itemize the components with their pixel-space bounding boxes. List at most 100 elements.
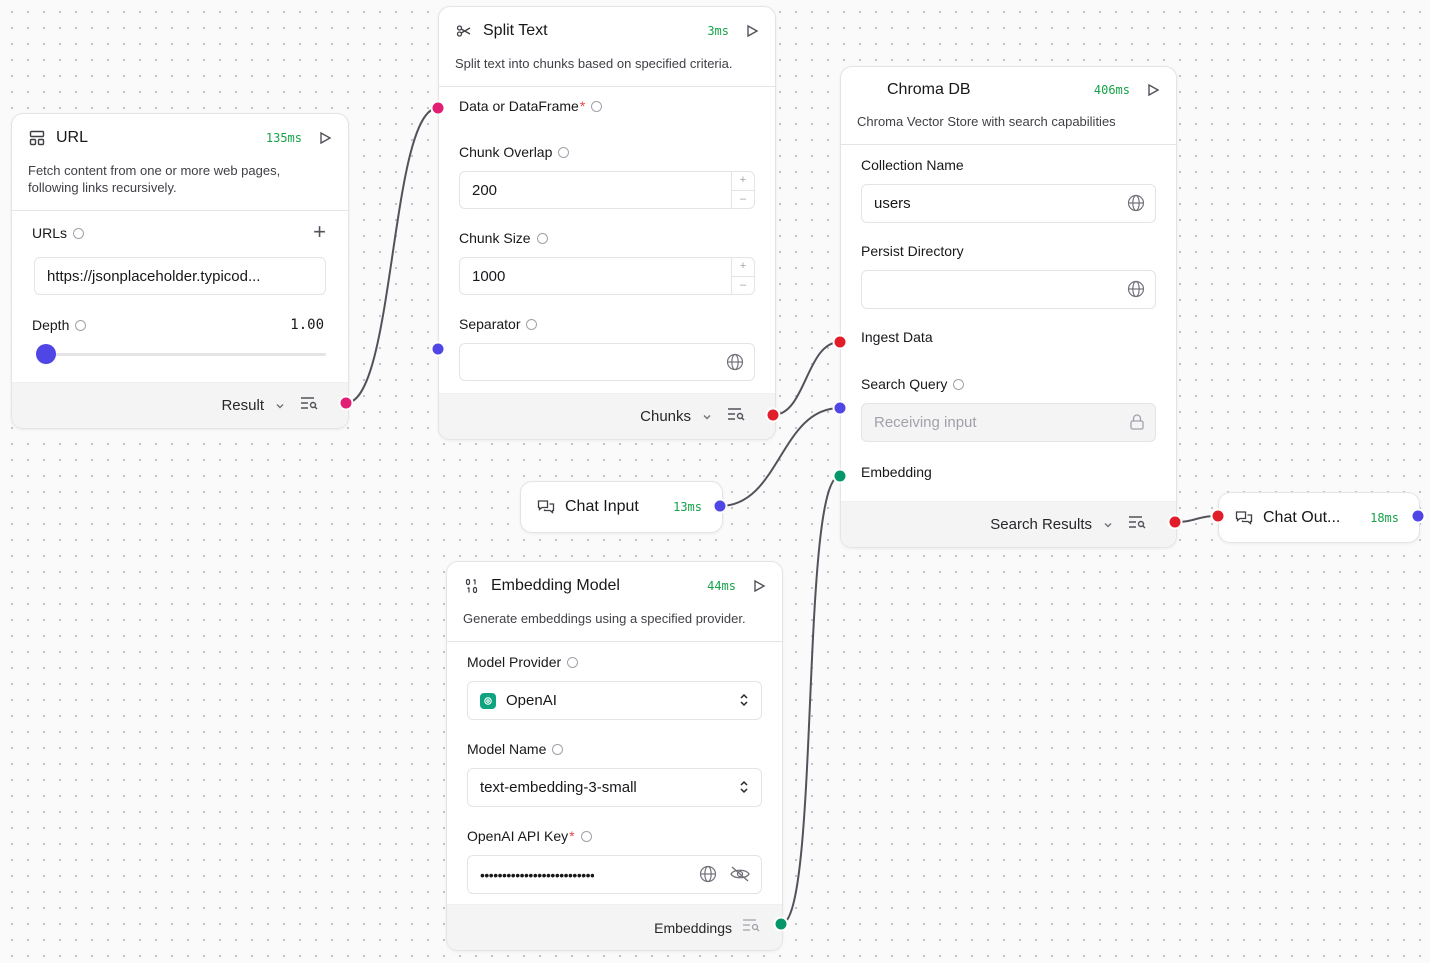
chroma-embedding-input-handle[interactable] <box>832 468 848 484</box>
collection-name-field: Collection Name users <box>841 155 1176 223</box>
chevron-down-icon[interactable] <box>274 400 286 412</box>
split-data-input-handle[interactable] <box>430 100 446 116</box>
chroma-node-description: Chroma Vector Store with search capabili… <box>841 113 1176 145</box>
separator-input[interactable] <box>459 343 755 381</box>
inspect-output-icon[interactable] <box>742 918 760 937</box>
separator-field: Separator <box>439 314 775 381</box>
eye-off-icon[interactable] <box>729 865 751 887</box>
play-icon[interactable] <box>318 131 332 145</box>
chroma-query-input-handle[interactable] <box>832 400 848 416</box>
persist-directory-field: Persist Directory <box>841 241 1176 309</box>
increment-icon[interactable]: + <box>732 172 754 191</box>
embedding-node-footer: Embeddings <box>447 904 782 950</box>
chat-output-input-handle[interactable] <box>1210 508 1226 524</box>
info-icon <box>552 743 564 755</box>
add-url-icon[interactable]: + <box>313 221 326 243</box>
globe-icon[interactable] <box>1127 194 1145 216</box>
split-text-node[interactable]: Split Text 3ms Split text into chunks ba… <box>438 6 776 440</box>
collection-name-input[interactable]: users <box>861 184 1156 223</box>
chroma-results-output-handle[interactable] <box>1167 514 1183 530</box>
depth-field: Depth 1.00 <box>12 315 348 335</box>
chroma-db-node[interactable]: Chroma DB 406ms Chroma Vector Store with… <box>840 66 1177 548</box>
embedding-model-node[interactable]: Embedding Model 44ms Generate embeddings… <box>446 561 783 951</box>
depth-label: Depth <box>32 315 328 335</box>
chunk-overlap-input[interactable]: 200 + – <box>459 171 755 209</box>
chunk-overlap-field: Chunk Overlap 200 + – <box>439 142 775 209</box>
persist-directory-label: Persist Directory <box>861 243 964 259</box>
chunk-size-input[interactable]: 1000 + – <box>459 257 755 295</box>
chunk-size-stepper[interactable]: + – <box>731 258 754 294</box>
chunk-overlap-label: Chunk Overlap <box>459 142 755 162</box>
globe-icon[interactable] <box>699 865 717 887</box>
search-query-input[interactable]: Receiving input <box>861 403 1156 442</box>
separator-label: Separator <box>459 314 755 334</box>
edge-url-to-split[interactable] <box>345 107 439 404</box>
chat-input-output-handle[interactable] <box>712 498 728 514</box>
chat-input-node[interactable]: Chat Input 13ms <box>520 481 723 533</box>
info-icon <box>536 232 548 244</box>
url-node-header[interactable]: URL 135ms <box>12 114 348 162</box>
model-provider-label: Model Provider <box>467 652 762 672</box>
decrement-icon[interactable]: – <box>732 191 754 209</box>
chunk-overlap-stepper[interactable]: + – <box>731 172 754 208</box>
info-icon <box>580 830 592 842</box>
inspect-output-icon[interactable] <box>1128 515 1146 534</box>
globe-icon[interactable] <box>726 353 744 375</box>
url-output-handle[interactable] <box>338 395 354 411</box>
url-node-footer: Result <box>12 382 348 428</box>
chunks-output-label[interactable]: Chunks <box>640 408 691 425</box>
info-icon <box>75 319 87 331</box>
model-name-select[interactable]: text-embedding-3-small <box>467 768 762 807</box>
edge-split-to-chroma-ingest[interactable] <box>772 341 841 416</box>
increment-icon[interactable]: + <box>732 258 754 277</box>
api-key-label: OpenAI API Key * <box>467 826 762 846</box>
chevrons-up-down-icon[interactable] <box>737 779 751 799</box>
embedding-node-timing: 44ms <box>707 579 736 593</box>
inspect-output-icon[interactable] <box>727 407 745 426</box>
urls-field: URLs + https://jsonplaceholder.typicod..… <box>12 221 348 295</box>
split-chunks-output-handle[interactable] <box>765 407 781 423</box>
depth-slider-handle[interactable] <box>36 344 56 364</box>
depth-slider-track[interactable] <box>46 353 326 356</box>
embedding-node-description: Generate embeddings using a specified pr… <box>447 610 782 642</box>
urls-label: URLs <box>32 223 328 243</box>
data-field: Data or DataFrame * <box>439 96 775 116</box>
binary-icon <box>463 577 481 595</box>
split-separator-input-handle[interactable] <box>430 341 446 357</box>
play-icon[interactable] <box>745 24 759 38</box>
split-node-header[interactable]: Split Text 3ms <box>439 7 775 55</box>
chevron-down-icon[interactable] <box>701 411 713 423</box>
chevron-down-icon[interactable] <box>1102 519 1114 531</box>
play-icon[interactable] <box>1146 83 1160 97</box>
model-provider-select[interactable]: OpenAI <box>467 681 762 720</box>
chunk-size-label: Chunk Size <box>459 228 755 248</box>
info-icon <box>73 227 85 239</box>
api-key-input[interactable]: •••••••••••••••••••••••••• <box>467 855 762 894</box>
embedding-output-handle[interactable] <box>773 916 789 932</box>
url-node[interactable]: URL 135ms Fetch content from one or more… <box>11 113 349 429</box>
chat-output-node[interactable]: Chat Out... 18ms <box>1218 492 1420 543</box>
globe-icon[interactable] <box>1127 280 1145 302</box>
chroma-ingest-input-handle[interactable] <box>832 334 848 350</box>
model-name-field: Model Name text-embedding-3-small <box>447 739 782 807</box>
decrement-icon[interactable]: – <box>732 277 754 295</box>
url-output-label[interactable]: Result <box>221 397 264 414</box>
chat-output-header[interactable]: Chat Out... 18ms <box>1219 493 1419 542</box>
persist-directory-input[interactable] <box>861 270 1156 309</box>
embeddings-output-label[interactable]: Embeddings <box>654 920 732 936</box>
chat-output-output-handle[interactable] <box>1410 508 1426 524</box>
url-input[interactable]: https://jsonplaceholder.typicod... <box>34 257 326 295</box>
chat-bubbles-icon <box>537 498 555 516</box>
edge-embedding-to-chroma[interactable] <box>780 475 841 925</box>
chevrons-up-down-icon[interactable] <box>737 692 751 712</box>
url-node-timing: 135ms <box>265 131 302 145</box>
search-results-output-label[interactable]: Search Results <box>990 516 1092 533</box>
flow-canvas[interactable]: URL 135ms Fetch content from one or more… <box>0 0 1430 963</box>
embedding-node-header[interactable]: Embedding Model 44ms <box>447 562 782 610</box>
search-query-field: Search Query Receiving input <box>841 374 1176 442</box>
chat-input-header[interactable]: Chat Input 13ms <box>521 482 722 532</box>
chat-input-timing: 13ms <box>673 500 702 514</box>
play-icon[interactable] <box>752 579 766 593</box>
inspect-output-icon[interactable] <box>300 396 318 415</box>
chroma-node-header[interactable]: Chroma DB 406ms <box>841 67 1176 113</box>
